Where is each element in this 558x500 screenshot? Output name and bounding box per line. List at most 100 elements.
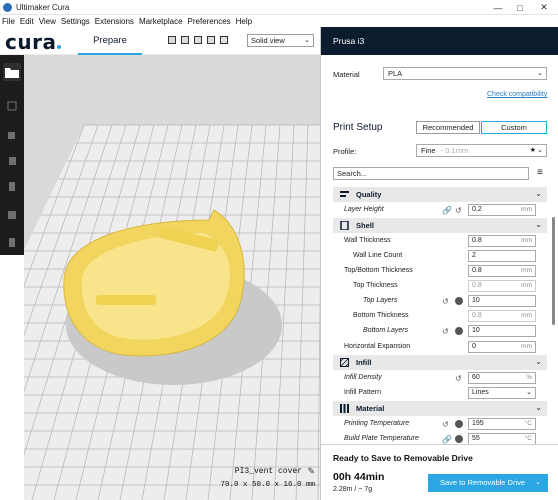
field-value: 10 [472,297,480,304]
printer-selector[interactable]: Prusa i3 [321,27,558,55]
bottom-thickness-field[interactable]: 0.8 mm [468,310,536,322]
rotate-tool-button[interactable] [3,151,21,169]
reset-icon[interactable]: ↺ [442,297,449,306]
right-view-icon[interactable] [220,36,228,44]
infill-icon [340,358,349,367]
check-compatibility-link[interactable]: Check compatibility [487,91,547,98]
print-time: 00h 44min [333,471,385,483]
top-layers-field[interactable]: 10 [468,295,536,307]
category-infill[interactable]: Infill ⌄ [333,355,547,370]
support-blocker-button[interactable] [3,233,21,251]
left-view-icon[interactable] [207,36,215,44]
settings-search-input[interactable]: Search... [333,167,529,180]
scale-tool-button[interactable] [3,125,21,143]
setting-bottom-layers: Bottom Layers ↺ 10 [333,324,547,339]
bottom-layers-field[interactable]: 10 [468,325,536,337]
top-thickness-field[interactable]: 0.8 mm [468,280,536,292]
setting-label: Top/Bottom Thickness [344,267,413,274]
3d-viewport[interactable]: PI3_vent cover ✎ 70.0 x 50.0 x 16.0 mm [24,55,320,500]
maximize-icon[interactable]: □ [508,0,532,15]
unit-label: °C [524,435,532,442]
setting-top-layers: Top Layers ↺ 10 [333,294,547,309]
menu-view[interactable]: View [39,17,56,26]
per-model-settings-button[interactable] [3,205,21,223]
front-view-icon[interactable] [181,36,189,44]
unit-label: mm [521,312,532,319]
profile-value: Fine [421,146,436,155]
field-value: 0.8 [472,282,482,289]
reset-icon[interactable]: ↺ [442,327,449,336]
profile-hint: - 0.1mm [440,146,469,155]
wall-thickness-field[interactable]: 0.8 mm [468,235,536,247]
settings-scrollbar[interactable] [552,217,555,325]
printing-temperature-field[interactable]: 195 °C [468,418,536,430]
star-icon[interactable]: ★ [530,145,536,156]
setting-label: Printing Temperature [344,420,410,427]
category-shell[interactable]: Shell ⌄ [333,218,547,233]
menu-settings[interactable]: Settings [61,17,90,26]
wall-line-count-field[interactable]: 2 [468,250,536,262]
slice-status: Ready to Save to Removable Drive [333,453,473,463]
setting-wall-thickness: Wall Thickness 0.8 mm [333,234,547,249]
layer-height-field[interactable]: 0.2 mm [468,204,536,216]
inherit-icon[interactable] [455,297,463,305]
setting-label: Infill Pattern [344,389,381,396]
recommended-mode-button[interactable]: Recommended [416,121,480,134]
material-icon [340,404,349,413]
custom-mode-button[interactable]: Custom [481,121,547,134]
inherit-icon[interactable] [455,435,463,443]
menu-marketplace[interactable]: Marketplace [139,17,183,26]
tab-prepare[interactable]: Prepare [78,32,142,55]
infill-pattern-select[interactable]: Lines ⌄ [468,387,536,399]
reset-icon[interactable]: ↺ [455,374,462,383]
inherit-icon[interactable] [455,327,463,335]
build-plate-temperature-field[interactable]: 55 °C [468,433,536,444]
settings-list: Quality ⌄ Layer Height 🔗 ↺ 0.2 mm Shell ⌄… [333,187,547,444]
edit-pencil-icon[interactable]: ✎ [307,466,315,477]
reset-icon[interactable]: ↺ [442,420,449,429]
menu-file[interactable]: File [2,17,15,26]
field-value: 60 [472,374,480,381]
model-name: PI3_vent cover [234,467,302,476]
view-mode-select[interactable]: Solid view ⌄ [247,34,314,47]
infill-density-field[interactable]: 60% [468,372,536,384]
unit-label: mm [521,237,532,244]
chevron-down-icon: ⌄ [537,70,543,77]
move-tool-button[interactable] [3,97,21,115]
profile-select[interactable]: Fine - 0.1mm ★ ⌄ [416,144,547,157]
mirror-tool-button[interactable] [3,177,21,195]
menu-edit[interactable]: Edit [20,17,34,26]
category-quality[interactable]: Quality ⌄ [333,187,547,202]
open-file-button[interactable] [3,63,21,81]
horizontal-expansion-field[interactable]: 0 mm [468,341,536,353]
setting-infill-density: Infill Density ↺ 60% [333,371,547,386]
menu-help[interactable]: Help [236,17,252,26]
output-panel: Ready to Save to Removable Drive 00h 44m… [321,444,558,500]
chevron-down-icon: ⌄ [535,403,542,412]
quality-icon [340,191,349,197]
close-icon[interactable]: ✕ [532,0,556,15]
menu-extensions[interactable]: Extensions [95,17,134,26]
settings-visibility-menu-icon[interactable]: ≡ [537,167,543,178]
inherit-icon[interactable] [455,420,463,428]
reset-icon[interactable]: ↺ [455,206,462,215]
setting-label: Top Layers [363,297,398,304]
top-view-icon[interactable] [194,36,202,44]
top-bottom-thickness-field[interactable]: 0.8 mm [468,265,536,277]
setting-printing-temperature: Printing Temperature ↺ 195 °C [333,417,547,432]
save-to-removable-drive-button[interactable]: Save to Removable Drive ⌄ [428,474,548,492]
category-material[interactable]: Material ⌄ [333,401,547,416]
material-usage: 2.28m / ~ 7g [333,486,373,493]
chevron-down-icon: ⌄ [537,147,543,154]
per-model-icon [8,211,16,219]
setting-top-thickness: Top Thickness 0.8 mm [333,279,547,294]
3d-view-icon[interactable] [168,36,176,44]
menu-preferences[interactable]: Preferences [188,17,231,26]
link-icon[interactable]: 🔗 [442,206,452,215]
material-select[interactable]: PLA ⌄ [383,67,547,80]
build-plate [24,55,320,500]
field-value: 55 [472,435,480,442]
rotate-icon [9,157,16,165]
link-icon[interactable]: 🔗 [442,435,452,444]
minimize-icon[interactable]: — [486,0,510,15]
